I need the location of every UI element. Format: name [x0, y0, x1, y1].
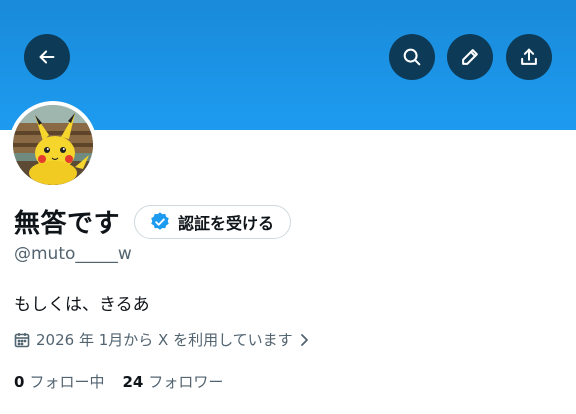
- followers-label: フォロワー: [148, 373, 224, 391]
- joined-date-row[interactable]: 2026 年 1月から X を利用しています: [14, 329, 311, 350]
- share-button[interactable]: [506, 34, 552, 80]
- back-button[interactable]: [24, 34, 70, 80]
- chevron-right-icon: [300, 333, 308, 346]
- followers-count: 24: [122, 373, 144, 391]
- edit-button[interactable]: [447, 34, 493, 80]
- following-label: フォロー中: [29, 373, 105, 391]
- display-name: 無答です: [14, 209, 121, 239]
- name-row: 無答です 認証を受ける: [14, 203, 292, 240]
- search-button[interactable]: [389, 34, 435, 80]
- profile-handle: @muto_____w: [14, 244, 132, 264]
- following-count: 0: [14, 373, 25, 391]
- joined-date-text: 2026 年 1月から X を利用しています: [36, 331, 293, 349]
- avatar[interactable]: [9, 101, 97, 189]
- get-verified-button[interactable]: 認証を受ける: [134, 204, 292, 239]
- followers-link[interactable]: 24 フォロワー: [122, 371, 223, 392]
- calendar-icon: [14, 332, 30, 347]
- search-icon: [403, 48, 421, 66]
- pikachu-avatar-image: [13, 105, 93, 185]
- profile-bio: もしくは、きるあ: [14, 295, 150, 315]
- following-link[interactable]: 0 フォロー中: [14, 371, 104, 392]
- verified-badge-icon: [151, 211, 169, 230]
- avatar-image: [13, 105, 93, 185]
- follow-stats: 0 フォロー中 24 フォロワー: [14, 371, 241, 392]
- share-upload-icon: [521, 48, 537, 65]
- pencil-icon: [462, 49, 478, 65]
- arrow-left-icon: [39, 50, 55, 64]
- get-verified-label: 認証を受ける: [178, 213, 275, 233]
